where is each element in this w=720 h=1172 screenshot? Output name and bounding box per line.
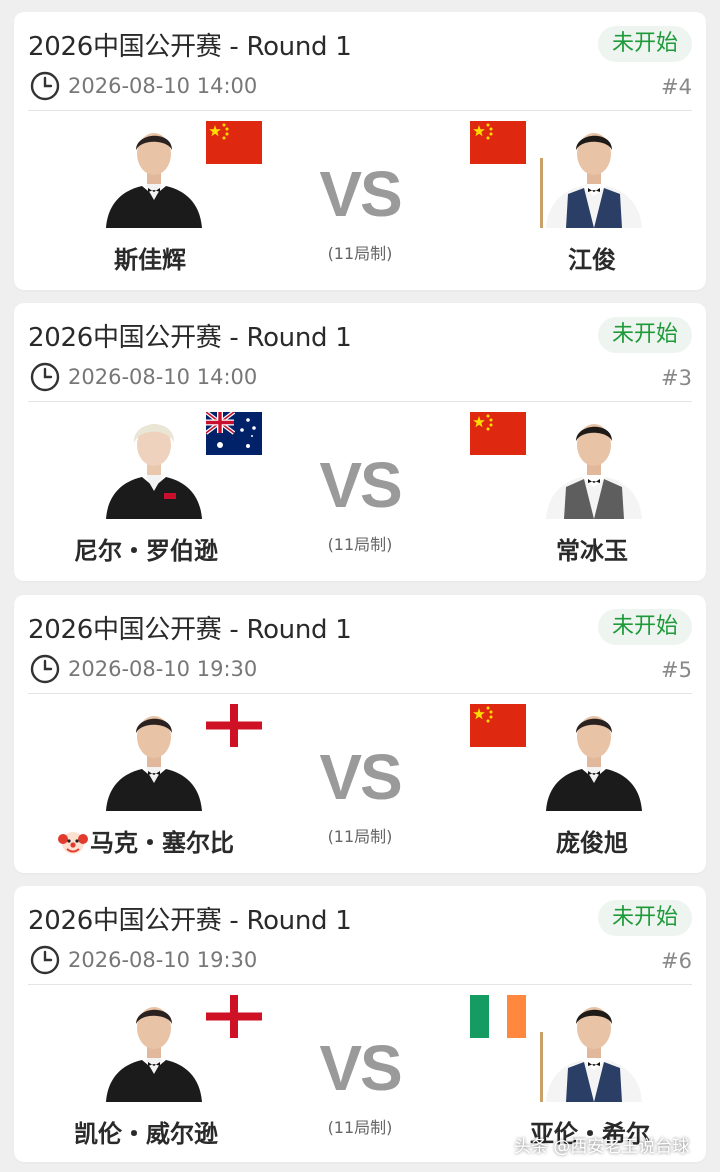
player-name: 凯伦・威尔逊 xyxy=(74,1120,218,1148)
match-title: 2026中国公开赛 - Round 1 xyxy=(28,323,352,353)
china-flag-icon xyxy=(470,412,526,455)
left-player[interactable]: 尼尔・罗伯逊 xyxy=(68,409,318,569)
match-card[interactable]: 2026中国公开赛 - Round 1 未开始 2026-08-10 14:00… xyxy=(14,303,706,581)
status-badge: 未开始 xyxy=(597,900,692,936)
player-name: 庞俊旭 xyxy=(556,829,628,857)
match-time: 2026-08-10 19:30 xyxy=(30,653,257,685)
player-photo xyxy=(94,118,214,228)
divider xyxy=(28,693,692,694)
australia-flag-icon xyxy=(206,412,262,455)
match-card[interactable]: 2026中国公开赛 - Round 1 未开始 2026-08-10 19:30… xyxy=(14,886,706,1162)
match-datetime: 2026-08-10 14:00 xyxy=(68,74,258,98)
match-number: #6 xyxy=(661,949,692,973)
match-time: 2026-08-10 19:30 xyxy=(30,944,257,976)
clock-icon xyxy=(30,71,60,101)
clock-icon xyxy=(30,945,60,975)
match-title: 2026中国公开赛 - Round 1 xyxy=(28,906,352,936)
left-player[interactable]: 凯伦・威尔逊 xyxy=(68,992,318,1152)
china-flag-icon xyxy=(206,121,262,164)
status-badge: 未开始 xyxy=(597,609,692,645)
player-name: 尼尔・罗伯逊 xyxy=(74,537,218,565)
match-format: (11局制) xyxy=(327,535,393,554)
match-time: 2026-08-10 14:00 xyxy=(30,361,257,393)
right-player[interactable]: 亚伦・希尔 xyxy=(470,992,720,1152)
player-photo xyxy=(94,701,214,811)
match-datetime: 2026-08-10 14:00 xyxy=(68,365,258,389)
match-number: #3 xyxy=(661,366,692,390)
england-flag-icon xyxy=(206,995,262,1038)
match-number: #4 xyxy=(661,75,692,99)
right-player[interactable]: 庞俊旭 xyxy=(470,701,720,861)
vs-label: VS xyxy=(319,449,402,521)
status-badge: 未开始 xyxy=(597,26,692,62)
divider xyxy=(28,401,692,402)
match-time: 2026-08-10 14:00 xyxy=(30,70,257,102)
match-format: (11局制) xyxy=(327,1118,393,1137)
england-flag-icon xyxy=(206,704,262,747)
left-player[interactable]: 马克・塞尔比 xyxy=(58,701,318,861)
vs-label: VS xyxy=(319,741,402,813)
vs-label: VS xyxy=(319,158,402,230)
match-datetime: 2026-08-10 19:30 xyxy=(68,948,258,972)
match-title: 2026中国公开赛 - Round 1 xyxy=(28,615,352,645)
clown-face-icon xyxy=(58,832,88,854)
match-card[interactable]: 2026中国公开赛 - Round 1 未开始 2026-08-10 14:00… xyxy=(14,12,706,290)
clock-icon xyxy=(30,362,60,392)
watermark: 头条 @西安老王说台球 xyxy=(514,1137,690,1157)
player-photo xyxy=(534,701,654,811)
player-photo xyxy=(534,409,654,519)
clock-icon xyxy=(30,654,60,684)
match-card[interactable]: 2026中国公开赛 - Round 1 未开始 2026-08-10 19:30… xyxy=(14,595,706,873)
vs-label: VS xyxy=(319,1032,402,1104)
player-photo xyxy=(94,992,214,1102)
match-datetime: 2026-08-10 19:30 xyxy=(68,657,258,681)
china-flag-icon xyxy=(470,121,526,164)
right-player[interactable]: 江俊 xyxy=(470,118,720,278)
status-badge: 未开始 xyxy=(597,317,692,353)
player-photo xyxy=(94,409,214,519)
left-player[interactable]: 斯佳辉 xyxy=(68,118,318,278)
match-number: #5 xyxy=(661,658,692,682)
player-name: 常冰玉 xyxy=(556,537,628,565)
divider xyxy=(28,984,692,985)
player-name: 斯佳辉 xyxy=(114,246,186,274)
divider xyxy=(28,110,692,111)
player-name: 马克・塞尔比 xyxy=(58,825,234,861)
right-player[interactable]: 常冰玉 xyxy=(470,409,720,569)
player-name: 江俊 xyxy=(568,246,616,274)
player-photo xyxy=(534,118,654,228)
match-format: (11局制) xyxy=(327,244,393,263)
china-flag-icon xyxy=(470,704,526,747)
player-name-text: 马克・塞尔比 xyxy=(90,829,234,857)
ireland-flag-icon xyxy=(470,995,526,1038)
match-format: (11局制) xyxy=(327,827,393,846)
player-photo xyxy=(534,992,654,1102)
match-title: 2026中国公开赛 - Round 1 xyxy=(28,32,352,62)
